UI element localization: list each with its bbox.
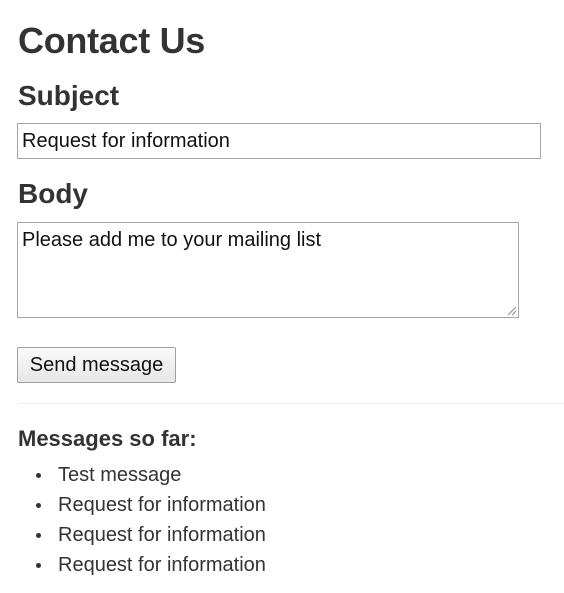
bullet-icon [36,563,41,568]
subject-label: Subject [18,80,120,111]
send-message-button[interactable]: Send message [17,347,176,383]
list-item: Request for information [18,520,266,550]
resize-handle-icon[interactable] [507,306,517,316]
bullet-icon [36,473,41,478]
messages-list: Test message Request for information Req… [18,460,266,580]
message-text: Request for information [58,494,266,516]
message-text: Test message [58,464,182,486]
list-item: Request for information [18,490,266,520]
subject-input[interactable] [17,123,541,159]
body-label: Body [18,178,88,209]
bullet-icon [36,533,41,538]
bullet-icon [36,503,41,508]
body-textarea[interactable]: Please add me to your mailing list [17,222,519,318]
page-title: Contact Us [18,20,206,61]
messages-heading: Messages so far: [18,426,197,451]
message-text: Request for information [58,524,266,546]
message-text: Request for information [58,554,266,576]
list-item: Test message [18,460,266,490]
list-item: Request for information [18,550,266,580]
divider [18,403,564,404]
